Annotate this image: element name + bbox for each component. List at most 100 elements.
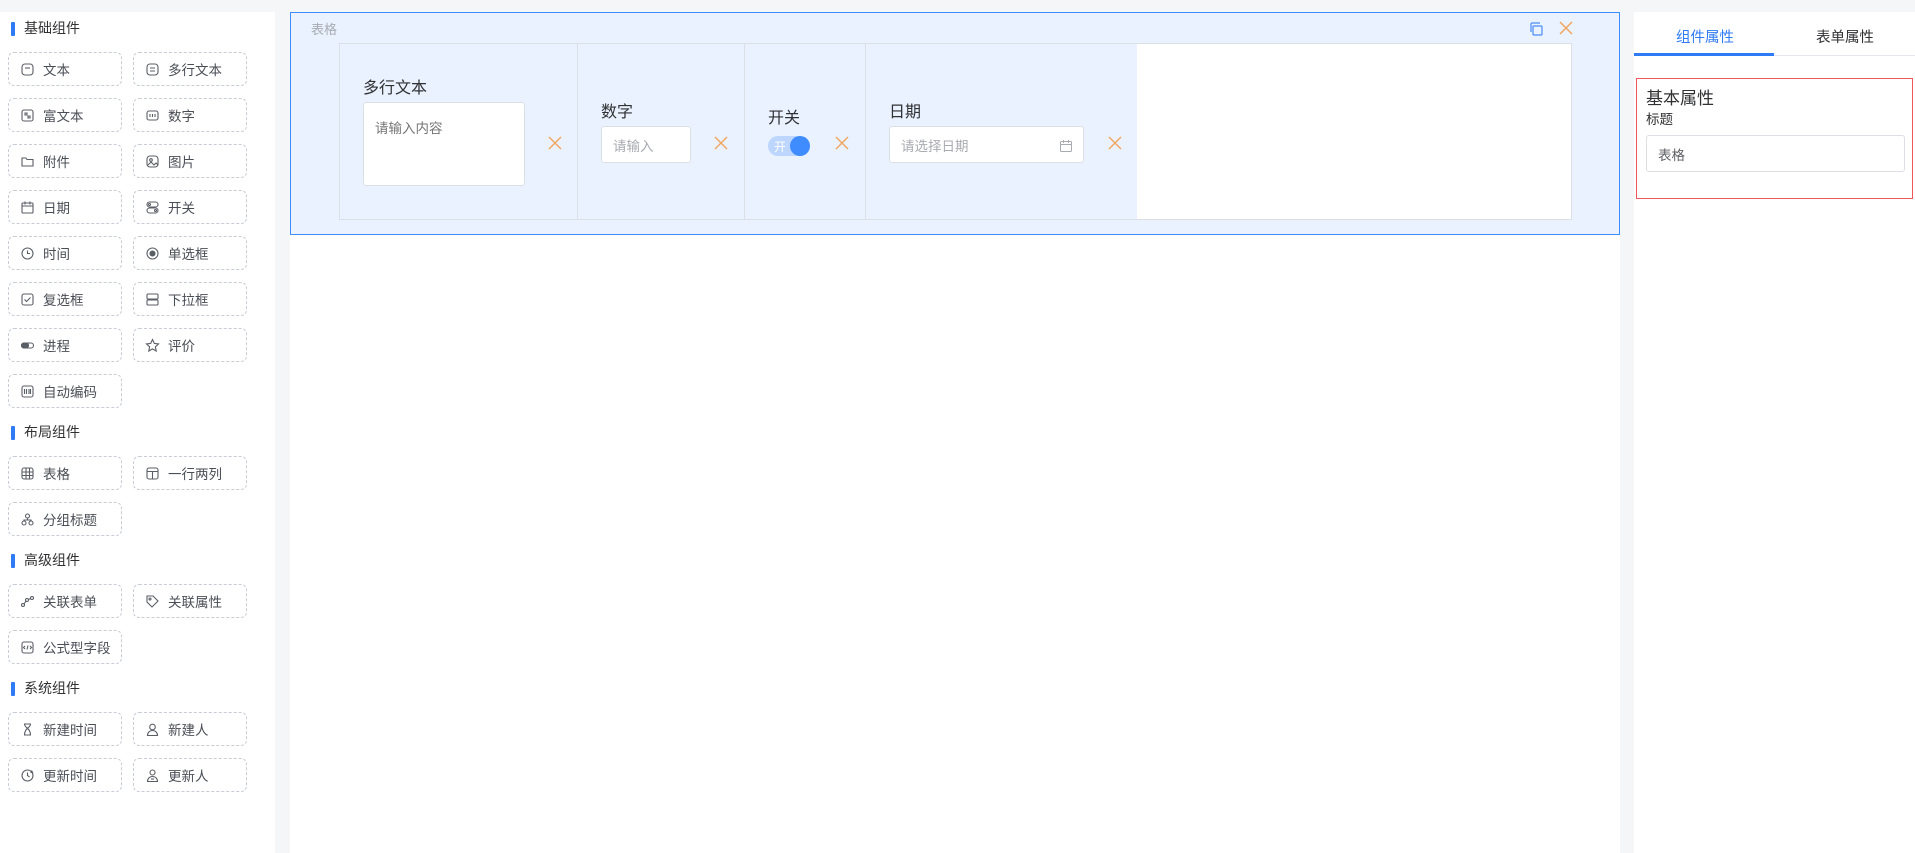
title-input[interactable]: 表格 (1646, 135, 1905, 172)
date-picker[interactable]: 请选择日期 (889, 126, 1084, 163)
checkbox-icon (20, 292, 35, 307)
star-icon (145, 337, 160, 353)
palette-item-group-title[interactable]: 分组标题 (8, 502, 122, 536)
toggle-switch[interactable]: 开 (768, 136, 810, 156)
group-title: 基础组件 (10, 20, 80, 38)
basic-properties-section: 基本属性 标题 表格 (1636, 78, 1913, 199)
palette-item-switch[interactable]: 开关 (133, 190, 247, 224)
hourglass-icon (20, 722, 35, 737)
close-icon[interactable] (1556, 18, 1576, 38)
palette-item-label: 一行两列 (168, 467, 222, 483)
number-icon (145, 108, 160, 123)
remove-field-icon[interactable] (1106, 134, 1124, 152)
palette-item-label: 新建时间 (43, 723, 97, 739)
switch-on-text: 开 (774, 140, 787, 154)
cell-label: 数字 (601, 102, 634, 121)
section-title: 基本属性 (1646, 89, 1714, 109)
active-tab-indicator (1634, 53, 1774, 56)
tab-component-properties[interactable]: 组件属性 (1676, 26, 1734, 47)
text-icon (20, 62, 35, 77)
table-cell-switch[interactable]: 开关 开 (745, 44, 866, 219)
palette-item-tag[interactable]: 关联属性 (133, 584, 247, 618)
image-icon (145, 154, 160, 169)
multiline-textarea[interactable] (363, 102, 525, 186)
palette-item-label: 文本 (43, 63, 70, 79)
properties-panel: 组件属性 表单属性 基本属性 标题 表格 (1634, 12, 1915, 853)
palette-item-star[interactable]: 评价 (133, 328, 247, 362)
palette-item-update-user[interactable]: 更新人 (133, 758, 247, 792)
palette-item-folder[interactable]: 附件 (8, 144, 122, 178)
palette-item-two-column[interactable]: 一行两列 (133, 456, 247, 490)
palette-item-link-form[interactable]: 关联表单 (8, 584, 122, 618)
formula-icon (20, 640, 35, 655)
palette-item-label: 日期 (43, 201, 70, 217)
palette-item-label: 数字 (168, 109, 195, 125)
remove-field-icon[interactable] (546, 134, 564, 152)
palette-item-progress[interactable]: 进程 (8, 328, 122, 362)
palette-item-user[interactable]: 新建人 (133, 712, 247, 746)
palette-item-update-time[interactable]: 更新时间 (8, 758, 122, 792)
title-field-label: 标题 (1646, 112, 1673, 128)
table-icon (20, 466, 35, 481)
form-canvas[interactable]: 表格 多行文本 数字 请输入 (290, 12, 1620, 853)
update-user-icon (145, 768, 160, 783)
table-cell-multiline[interactable]: 多行文本 (340, 44, 578, 219)
table-component[interactable]: 表格 多行文本 数字 请输入 (290, 12, 1620, 235)
palette-item-formula[interactable]: 公式型字段 (8, 630, 122, 664)
user-icon (145, 722, 160, 737)
cell-label: 多行文本 (363, 78, 428, 97)
palette-item-label: 表格 (43, 467, 70, 483)
tag-icon (145, 594, 160, 609)
palette-item-label: 附件 (43, 155, 70, 171)
palette-item-label: 复选框 (43, 293, 84, 309)
palette-item-label: 进程 (43, 339, 70, 355)
palette-item-radio[interactable]: 单选框 (133, 236, 247, 270)
clock-icon (20, 246, 35, 261)
cell-label: 开关 (768, 108, 801, 127)
palette-item-label: 更新人 (168, 769, 209, 785)
calendar-icon (1059, 139, 1073, 153)
number-input[interactable]: 请输入 (601, 126, 691, 163)
link-form-icon (20, 594, 35, 609)
palette-item-number[interactable]: 数字 (133, 98, 247, 132)
palette-item-text[interactable]: 文本 (8, 52, 122, 86)
palette-item-auto-code[interactable]: 自动编码 (8, 374, 122, 408)
table-cell-date[interactable]: 日期 请选择日期 (866, 44, 1137, 219)
palette-item-label: 下拉框 (168, 293, 209, 309)
group-title-icon (20, 512, 35, 527)
remove-field-icon[interactable] (712, 134, 730, 152)
remove-field-icon[interactable] (833, 134, 851, 152)
group-title: 系统组件 (10, 680, 80, 698)
group-title: 布局组件 (10, 424, 80, 442)
palette-item-rich-text[interactable]: 富文本 (8, 98, 122, 132)
component-palette: 基础组件文本 多行文本 富文本 数字附件 图片日期 开关时间 单选框复选框 下拉框进程 评价自动… (0, 12, 275, 853)
palette-item-label: 图片 (168, 155, 195, 171)
select-icon (145, 292, 160, 307)
properties-tabs: 组件属性 表单属性 (1634, 12, 1915, 56)
two-column-icon (145, 466, 160, 481)
tab-form-properties[interactable]: 表单属性 (1816, 26, 1874, 47)
palette-item-multiline-text[interactable]: 多行文本 (133, 52, 247, 86)
palette-item-clock[interactable]: 时间 (8, 236, 122, 270)
table-cell-number[interactable]: 数字 请输入 (578, 44, 745, 219)
palette-item-hourglass[interactable]: 新建时间 (8, 712, 122, 746)
table-caption: 表格 (311, 23, 338, 38)
palette-item-label: 单选框 (168, 247, 209, 263)
palette-item-checkbox[interactable]: 复选框 (8, 282, 122, 316)
palette-item-calendar[interactable]: 日期 (8, 190, 122, 224)
date-placeholder: 请选择日期 (901, 138, 969, 155)
cell-label: 日期 (889, 102, 922, 121)
palette-item-label: 评价 (168, 339, 195, 355)
group-title: 高级组件 (10, 552, 80, 570)
folder-icon (20, 154, 35, 169)
palette-item-table[interactable]: 表格 (8, 456, 122, 490)
radio-icon (145, 246, 160, 261)
palette-item-select[interactable]: 下拉框 (133, 282, 247, 316)
palette-item-label: 关联表单 (43, 595, 97, 611)
palette-item-label: 时间 (43, 247, 70, 263)
copy-icon[interactable] (1528, 21, 1544, 37)
palette-item-image[interactable]: 图片 (133, 144, 247, 178)
rich-text-icon (20, 108, 35, 123)
palette-item-label: 分组标题 (43, 513, 97, 529)
update-time-icon (20, 768, 35, 783)
